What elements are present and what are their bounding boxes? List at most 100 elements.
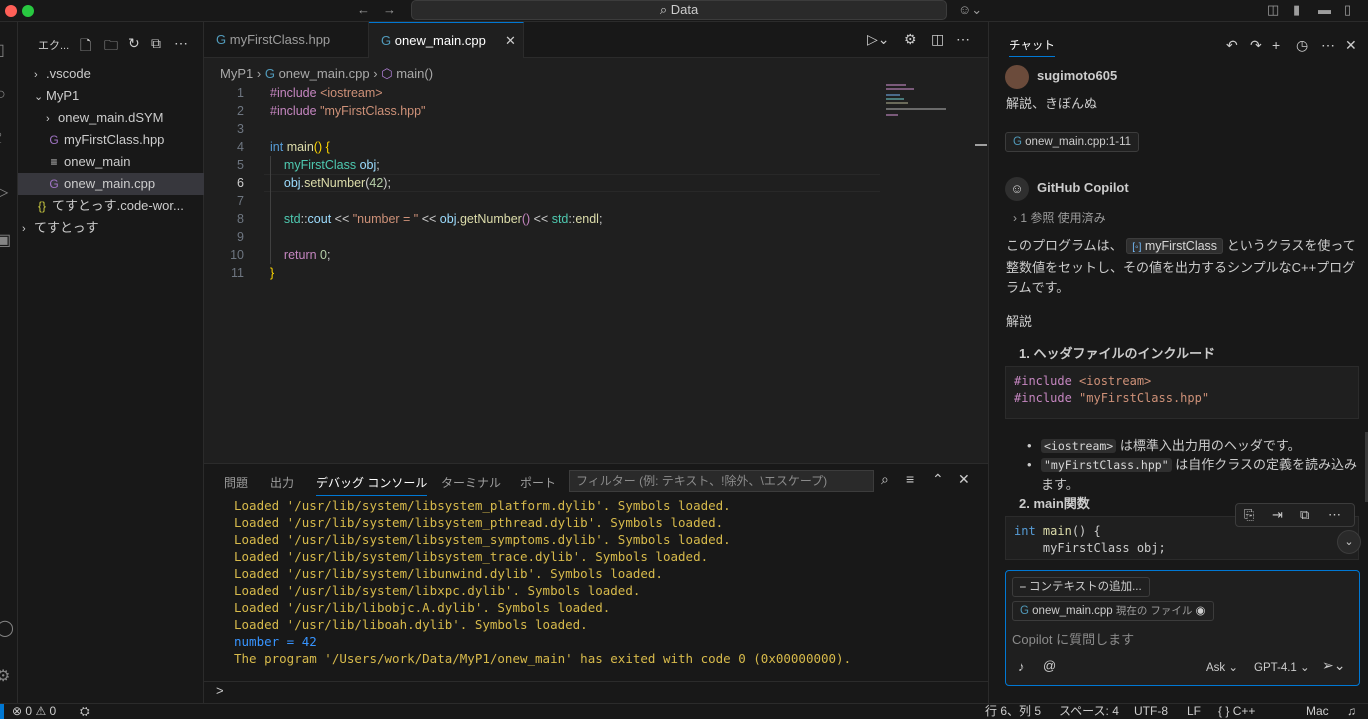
code-line[interactable]: 11}	[204, 264, 884, 282]
more-actions-icon[interactable]: ⋯	[1321, 37, 1335, 54]
more-actions-icon[interactable]: ⋯	[1328, 507, 1341, 523]
eye-icon[interactable]: ◉	[1196, 605, 1206, 617]
close-tab-icon[interactable]: ✕	[505, 23, 516, 59]
breadcrumb-folder[interactable]: MyP1	[220, 66, 253, 81]
code-line[interactable]: 1 #include <iostream>	[204, 84, 884, 102]
search-icon[interactable]: ⌕	[881, 471, 889, 488]
run-debug-icon[interactable]: ▷	[0, 182, 8, 202]
new-file-icon[interactable]: 🗋	[80, 35, 91, 59]
code-line[interactable]: 7	[204, 192, 884, 210]
toggle-secondary-sidebar-icon[interactable]: ▯	[1344, 2, 1351, 18]
more-actions-icon[interactable]: ⋯	[956, 31, 970, 48]
panel-tab[interactable]: ポート	[520, 474, 556, 491]
panel-tab[interactable]: ターミナル	[441, 474, 501, 491]
scroll-down-icon[interactable]: ⌄	[1337, 530, 1361, 554]
more-actions-icon[interactable]: ⋯	[174, 35, 188, 52]
indentation[interactable]: スペース: 4	[1059, 704, 1119, 719]
console-prompt[interactable]: >	[216, 683, 224, 698]
tab-onew-main-cpp[interactable]: G onew_main.cpp ✕	[369, 22, 524, 58]
code-line[interactable]: 6 obj.setNumber(42);	[204, 174, 884, 192]
model-dropdown[interactable]: GPT-4.1 ⌄	[1254, 660, 1310, 674]
minimap[interactable]	[886, 82, 956, 116]
code-line[interactable]: 4 int main() {	[204, 138, 884, 156]
split-editor-icon[interactable]: ◫	[931, 31, 944, 48]
account-icon[interactable]: ◯	[0, 618, 14, 638]
tree-item[interactable]: ⌄ MyP1	[18, 85, 204, 107]
new-folder-icon[interactable]: 🗀	[104, 35, 118, 59]
filter-input[interactable]: フィルター (例: テキスト、!除外、\エスケープ)	[569, 470, 874, 492]
tree-item[interactable]: › .vscode	[18, 63, 204, 85]
bullet-text: は標準入出力用のヘッダです。	[1119, 438, 1301, 453]
tree-item[interactable]: › onew_main.dSYM	[18, 107, 204, 129]
context-chip[interactable]: G onew_main.cpp:1-11	[1005, 132, 1140, 152]
code-line[interactable]: 2 #include "myFirstClass.hpp"	[204, 102, 884, 120]
mention-icon[interactable]: @	[1043, 658, 1056, 673]
redo-icon[interactable]: ↷	[1250, 37, 1262, 54]
tree-item[interactable]: GmyFirstClass.hpp	[18, 129, 204, 151]
breadcrumb-file[interactable]: onew_main.cpp	[279, 66, 370, 81]
chat-question-input[interactable]: Copilot に質問します	[1012, 629, 1352, 648]
close-panel-icon[interactable]: ✕	[958, 471, 970, 488]
tree-item[interactable]: Gonew_main.cpp	[18, 173, 204, 195]
explorer-icon[interactable]: ▯	[0, 40, 5, 60]
source-control-icon[interactable]: ⟟	[0, 130, 2, 148]
apply-in-editor-icon[interactable]: ⎘	[1244, 507, 1254, 523]
tree-item[interactable]: › てすとっす	[18, 217, 204, 239]
code-line[interactable]: 3	[204, 120, 884, 138]
chat-title[interactable]: チャット	[1009, 37, 1055, 57]
back-arrow-icon[interactable]: ←	[357, 2, 370, 17]
gear-icon[interactable]: ⚙	[904, 31, 917, 48]
panel-tab[interactable]: 出力	[270, 474, 294, 491]
close-icon[interactable]: ✕	[1345, 37, 1357, 54]
insert-at-cursor-icon[interactable]: ⇥	[1272, 507, 1283, 523]
platform[interactable]: Mac	[1306, 704, 1329, 719]
mode-dropdown[interactable]: Ask ⌄	[1206, 660, 1238, 674]
refresh-icon[interactable]: ↻	[128, 35, 140, 52]
code-token: #include	[1014, 391, 1080, 405]
code-line[interactable]: 8 std::cout << "number = " << obj.getNum…	[204, 210, 884, 228]
microphone-icon[interactable]: ♪	[1018, 659, 1025, 674]
code-line[interactable]: 5 myFirstClass obj;	[204, 156, 884, 174]
code-line[interactable]: 9	[204, 228, 884, 246]
maximize-panel-icon[interactable]: ⌃	[932, 471, 944, 488]
clear-console-icon[interactable]: ≡	[906, 471, 914, 487]
copy-icon[interactable]: ⧉	[1300, 507, 1309, 523]
problems-indicator[interactable]: ⊗ 0 ⚠ 0	[12, 704, 56, 719]
end-of-line[interactable]: LF	[1187, 704, 1201, 719]
undo-icon[interactable]: ↶	[1226, 37, 1238, 54]
panel-tab[interactable]: 問題	[224, 474, 248, 491]
new-chat-icon[interactable]: +	[1272, 37, 1280, 53]
remote-indicator[interactable]	[0, 704, 4, 719]
collapse-all-icon[interactable]: ⧉	[151, 35, 161, 52]
tab-myfirstclass-hpp[interactable]: G myFirstClass.hpp	[204, 22, 369, 58]
send-icon[interactable]: ➢⌄	[1322, 657, 1345, 674]
command-center-search[interactable]: ⌕ Data	[411, 0, 947, 20]
search-icon[interactable]: ○	[0, 86, 6, 104]
maximize-window-button[interactable]	[22, 5, 34, 17]
cursor-position[interactable]: 行 6、列 5	[985, 704, 1041, 719]
add-context-button[interactable]: ⎯ コンテキストの追加...	[1012, 577, 1150, 597]
current-file-chip[interactable]: G onew_main.cpp 現在の ファイル ◉	[1012, 601, 1214, 621]
forward-arrow-icon[interactable]: →	[383, 2, 396, 17]
history-icon[interactable]: ◷	[1296, 37, 1308, 54]
tree-item[interactable]: ≡ onew_main	[18, 151, 204, 173]
customize-layout-icon[interactable]: ◫	[1267, 2, 1279, 18]
bell-icon[interactable]: ♫	[1347, 704, 1356, 719]
breadcrumb-symbol[interactable]: main()	[396, 66, 433, 81]
run-debug-icon[interactable]: ▷⌄	[867, 31, 890, 48]
close-window-button[interactable]	[5, 5, 17, 17]
toggle-panel-icon[interactable]: ▬	[1318, 2, 1331, 17]
extensions-icon[interactable]: ▣	[0, 230, 11, 250]
references-toggle[interactable]: › 1 参照 使用済み	[1013, 208, 1106, 228]
debug-status-icon[interactable]: ⛭	[80, 704, 90, 719]
encoding[interactable]: UTF-8	[1134, 704, 1168, 719]
code-line[interactable]: 10 return 0;	[204, 246, 884, 264]
panel-tab[interactable]: デバッグ コンソール	[316, 474, 428, 496]
symbol-chip[interactable]: [◦] myFirstClass	[1126, 238, 1224, 254]
language-mode[interactable]: { } C++	[1218, 704, 1255, 719]
copilot-icon[interactable]: ☺⌄	[958, 2, 982, 18]
tree-item[interactable]: {} てすとっす.code-wor...	[18, 195, 204, 217]
toggle-sidebar-icon[interactable]: ▮	[1293, 2, 1300, 18]
gear-icon[interactable]: ⚙	[0, 666, 10, 686]
code-block[interactable]: #include <iostream> #include "myFirstCla…	[1005, 366, 1359, 419]
